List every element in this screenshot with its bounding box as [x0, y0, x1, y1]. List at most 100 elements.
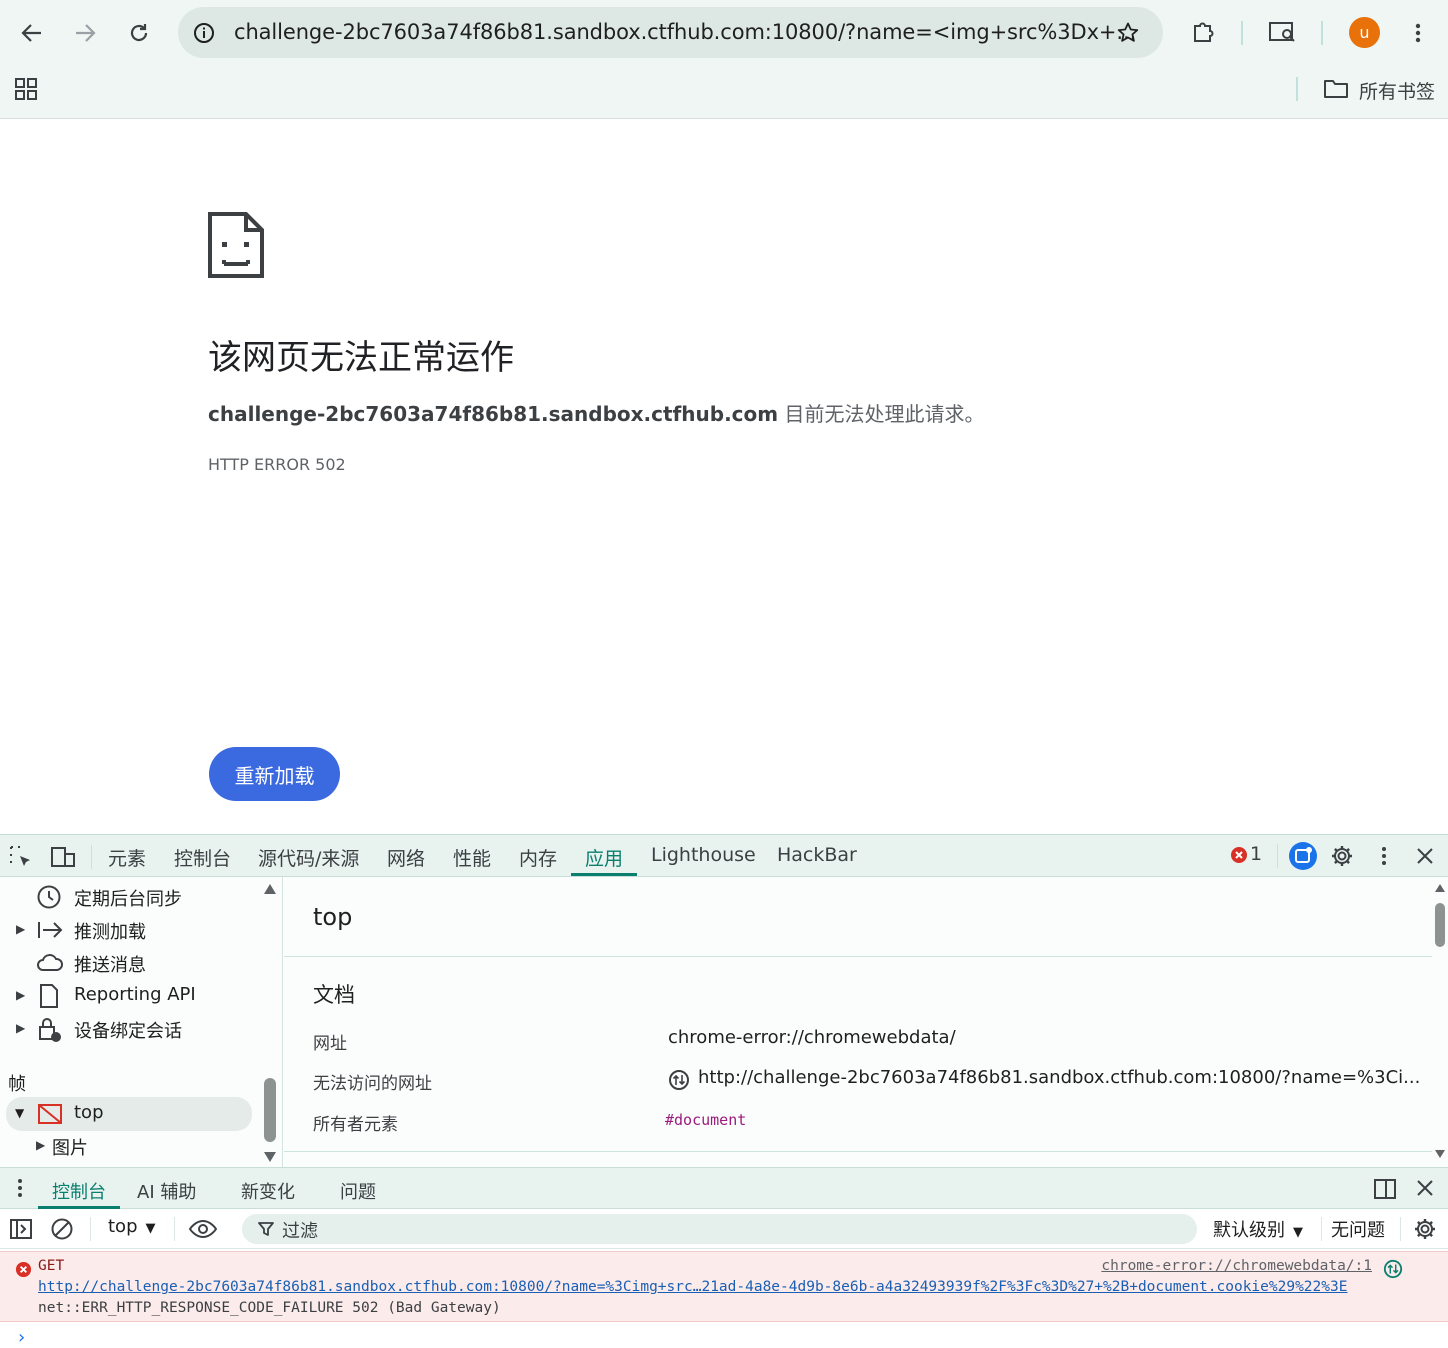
- filter-icon: [258, 1222, 274, 1236]
- sidebar-item-images[interactable]: ▶ 图片: [0, 1130, 260, 1162]
- star-icon[interactable]: [1116, 21, 1140, 45]
- clear-console-icon[interactable]: [50, 1217, 74, 1241]
- issues-button[interactable]: 无问题: [1331, 1216, 1385, 1242]
- eye-icon[interactable]: [188, 1218, 218, 1240]
- scroll-down-icon[interactable]: [1434, 1149, 1446, 1159]
- console-prompt[interactable]: ›: [18, 1327, 25, 1348]
- frame-title: top: [313, 903, 353, 931]
- sidebar-item-periodic-sync[interactable]: 定期后台同步: [0, 881, 260, 913]
- tab-performance[interactable]: 性能: [453, 844, 491, 871]
- kebab-icon: [1415, 23, 1421, 43]
- detail-scrollbar: [1432, 877, 1448, 1167]
- expand-arrow-icon[interactable]: ▶: [16, 988, 25, 1002]
- reload-button[interactable]: 重新加载: [209, 747, 340, 801]
- tab-elements[interactable]: 元素: [108, 844, 146, 871]
- close-icon[interactable]: [1416, 1179, 1434, 1197]
- error-message-text: net::ERR_HTTP_RESPONSE_CODE_FAILURE 502 …: [38, 1300, 501, 1316]
- document-section-header: 文档: [313, 983, 355, 1007]
- expand-arrow-icon[interactable]: ▶: [16, 1021, 25, 1035]
- owner-element-value[interactable]: #document: [665, 1111, 746, 1129]
- profile-avatar[interactable]: u: [1349, 17, 1380, 48]
- request-method: GET: [38, 1258, 65, 1274]
- tab-console[interactable]: 控制台: [174, 844, 231, 871]
- console-error-message: GET chrome-error://chromewebdata/:1 http…: [0, 1251, 1448, 1322]
- tab-separator: [1277, 844, 1278, 868]
- folder-icon[interactable]: [1323, 78, 1349, 100]
- scroll-down-icon[interactable]: [263, 1151, 277, 1163]
- menu-button[interactable]: [1398, 13, 1438, 53]
- sidebar-item-speculative-loads[interactable]: ▶ 推测加载: [0, 914, 260, 946]
- devtools-panel: 元素 控制台 源代码/来源 网络 性能 内存 应用 Lighthouse Hac…: [0, 834, 1448, 1348]
- arrow-right-bar-icon: [38, 922, 63, 938]
- drawer-tab-ai-assistance[interactable]: AI 辅助: [137, 1178, 196, 1204]
- error-source-link[interactable]: chrome-error://chromewebdata/:1: [1101, 1258, 1372, 1274]
- tab-application[interactable]: 应用: [585, 844, 623, 871]
- drawer-tab-issues[interactable]: 问题: [340, 1178, 376, 1204]
- error-desc-suffix: 目前无法处理此请求。: [778, 402, 985, 426]
- context-selector[interactable]: top ▼: [108, 1216, 156, 1237]
- tab-sources[interactable]: 源代码/来源: [258, 844, 359, 871]
- inspect-icon[interactable]: [9, 845, 33, 869]
- network-request-icon[interactable]: [668, 1069, 690, 1091]
- close-icon[interactable]: [1416, 847, 1434, 865]
- all-bookmarks-button[interactable]: 所有书签: [1359, 77, 1435, 104]
- toolbar-separator: [90, 1217, 91, 1241]
- device-toolbar-icon[interactable]: [50, 845, 76, 869]
- devtools-tabbar: 元素 控制台 源代码/来源 网络 性能 内存 应用 Lighthouse Hac…: [0, 835, 1448, 877]
- expand-arrow-icon[interactable]: ▶: [36, 1138, 45, 1152]
- network-request-icon[interactable]: [1383, 1259, 1403, 1279]
- arrow-left-icon: [21, 24, 41, 42]
- gear-icon[interactable]: [1413, 1217, 1437, 1241]
- gear-icon[interactable]: [1330, 844, 1354, 868]
- tab-hackbar[interactable]: HackBar: [777, 844, 857, 866]
- expand-arrow-icon[interactable]: ▶: [16, 922, 25, 936]
- lock-person-icon: [39, 1018, 61, 1042]
- frame-crossed-icon: [38, 1104, 62, 1124]
- toolbar-separator: [174, 1217, 175, 1241]
- browser-toolbar: challenge-2bc7603a74f86b81.sandbox.ctfhu…: [0, 0, 1448, 119]
- scroll-up-icon[interactable]: [1434, 883, 1446, 893]
- drawer-menu-icon[interactable]: [17, 1178, 23, 1198]
- sidebar-item-frame-top[interactable]: ▼ top: [6, 1097, 252, 1131]
- log-level-selector[interactable]: 默认级别 ▼: [1213, 1216, 1303, 1242]
- url-text[interactable]: challenge-2bc7603a74f86b81.sandbox.ctfhu…: [234, 20, 1136, 44]
- back-button[interactable]: [12, 13, 52, 53]
- dropdown-arrow-icon: ▼: [145, 1221, 156, 1236]
- address-bar[interactable]: challenge-2bc7603a74f86b81.sandbox.ctfhu…: [178, 7, 1163, 58]
- divider: [284, 956, 1432, 957]
- scroll-up-icon[interactable]: [263, 883, 277, 895]
- apps-grid-icon[interactable]: [15, 78, 37, 100]
- detail-scrollbar-thumb[interactable]: [1435, 903, 1445, 947]
- sidebar-item-push-messaging[interactable]: 推送消息: [0, 947, 260, 979]
- sidebar-item-device-bound-sessions[interactable]: ▶ 设备绑定会话: [0, 1013, 260, 1045]
- extensions-button[interactable]: [1184, 12, 1224, 52]
- request-url-link[interactable]: http://challenge-2bc7603a74f86b81.sandbo…: [38, 1279, 1347, 1295]
- ai-assistant-icon[interactable]: [1288, 841, 1318, 871]
- reload-toolbar-button[interactable]: [119, 13, 159, 53]
- dropdown-arrow-icon: ▼: [1293, 1225, 1303, 1240]
- reading-mode-button[interactable]: [1263, 12, 1303, 52]
- tab-memory[interactable]: 内存: [519, 844, 557, 871]
- sidebar-item-reporting-api[interactable]: ▶ Reporting API: [0, 980, 260, 1012]
- kebab-icon[interactable]: [1381, 846, 1387, 866]
- error-icon[interactable]: [1230, 846, 1248, 864]
- info-icon[interactable]: [193, 22, 215, 44]
- sidebar-item-label: 推测加载: [74, 922, 146, 943]
- unreachable-url-value[interactable]: http://challenge-2bc7603a74f86b81.sandbo…: [698, 1067, 1420, 1088]
- drawer-tab-console[interactable]: 控制台: [52, 1178, 106, 1204]
- frame-details-pane: top 文档 网址 chrome-error://chromewebdata/ …: [284, 877, 1432, 1167]
- dock-side-icon[interactable]: [1373, 1177, 1397, 1201]
- context-label: top: [108, 1216, 138, 1237]
- forward-button[interactable]: [65, 13, 105, 53]
- search-tab-icon: [1269, 22, 1295, 42]
- sidebar-scrollbar-thumb[interactable]: [264, 1078, 276, 1142]
- tab-lighthouse[interactable]: Lighthouse: [651, 844, 756, 866]
- error-count[interactable]: 1: [1250, 843, 1262, 865]
- sad-page-icon: [208, 212, 264, 278]
- drawer-tab-whats-new[interactable]: 新变化: [241, 1178, 295, 1204]
- tab-network[interactable]: 网络: [387, 844, 425, 871]
- console-filter-input[interactable]: 过滤: [242, 1214, 1197, 1244]
- collapse-arrow-icon[interactable]: ▼: [15, 1106, 24, 1120]
- arrow-right-icon: [76, 24, 96, 42]
- sidebar-toggle-icon[interactable]: [9, 1217, 33, 1241]
